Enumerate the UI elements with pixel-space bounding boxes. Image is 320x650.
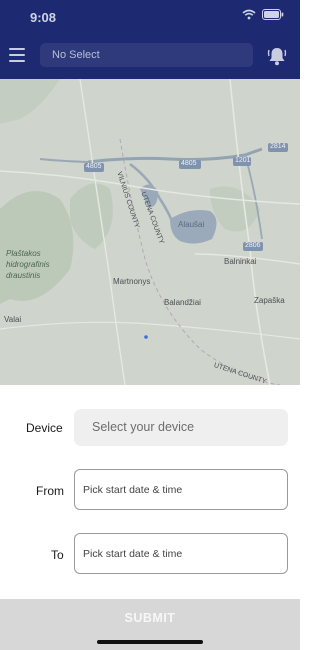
map-place-label: Zapaška	[254, 296, 285, 305]
submit-button[interactable]: SUBMIT	[0, 599, 300, 637]
map-road-label: 4805	[86, 163, 102, 170]
to-datetime-input[interactable]	[74, 533, 288, 574]
map-place-label: Alaušai	[178, 220, 205, 229]
battery-icon	[262, 9, 284, 20]
status-icons	[242, 9, 284, 20]
map-place-label: Balninkai	[224, 257, 257, 266]
map-place-label: hidrografinis	[6, 260, 50, 269]
map-place-label: Martnonys	[113, 277, 151, 286]
device-label: Device	[26, 421, 63, 435]
status-bar: 9:08	[0, 0, 300, 32]
map-place-label: Balandžiai	[164, 298, 201, 307]
to-label: To	[51, 548, 64, 562]
map-place-label: draustinis	[6, 271, 41, 280]
map-road-label: 2814	[270, 143, 286, 150]
map-graphics	[0, 79, 300, 385]
bell-icon[interactable]	[267, 45, 287, 67]
map-place-label: Plaštakos	[6, 249, 41, 258]
device-select-dropdown[interactable]: No Select	[40, 43, 253, 67]
map-road-label: 4805	[181, 160, 197, 167]
from-datetime-input[interactable]	[74, 469, 288, 510]
map-place-label: Valai	[4, 315, 22, 324]
app-bar: No Select	[0, 32, 300, 79]
hamburger-menu-icon[interactable]	[9, 48, 25, 62]
home-indicator	[97, 640, 203, 644]
map-view[interactable]: 4805 4805 1201 2814 2806 UTENA COUNTY VI…	[0, 79, 300, 385]
map-road-label: 1201	[235, 157, 251, 164]
device-select[interactable]: Select your device	[74, 409, 288, 446]
from-label: From	[36, 484, 64, 498]
wifi-icon	[242, 9, 256, 20]
status-time: 9:08	[30, 10, 57, 25]
map-road-label: 2806	[245, 242, 261, 249]
